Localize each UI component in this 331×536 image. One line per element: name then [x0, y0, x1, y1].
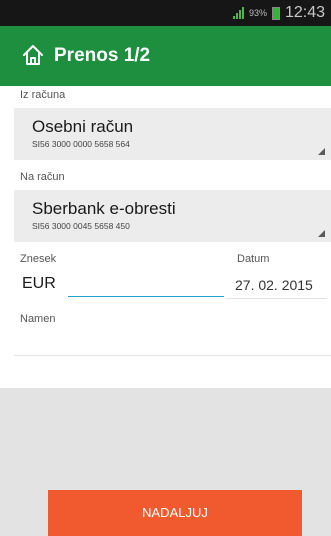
- battery-icon: [271, 6, 280, 20]
- app-bar: Prenos 1/2: [0, 26, 331, 86]
- to-account-label: Na račun: [20, 171, 65, 183]
- status-bar: 93% 12:43: [0, 0, 331, 26]
- status-indicators: 93% 12:43: [232, 4, 325, 22]
- from-account-label: Iz računa: [20, 89, 66, 101]
- page-title: Prenos 1/2: [54, 45, 151, 66]
- from-account-name: Osebni račun: [32, 117, 134, 136]
- battery-level-fill: [272, 8, 279, 19]
- from-account-iban: SI56 3000 0000 5658 564: [32, 139, 130, 149]
- dropdown-corner-icon: [318, 148, 325, 155]
- amount-input[interactable]: [68, 272, 224, 297]
- dropdown-corner-icon: [318, 230, 325, 237]
- purpose-label: Namen: [20, 313, 56, 325]
- continue-button[interactable]: NADALJUJ: [48, 490, 302, 536]
- to-account-select[interactable]: Sberbank e-obresti SI56 3000 0045 5658 4…: [14, 190, 331, 242]
- date-label: Datum: [237, 253, 270, 265]
- to-account-iban: SI56 3000 0045 5658 450: [32, 221, 130, 231]
- date-field[interactable]: 27. 02. 2015: [235, 277, 313, 293]
- clock: 12:43: [284, 4, 325, 21]
- date-underline: [226, 298, 327, 299]
- signal-icon: [232, 7, 244, 19]
- transfer-form: Iz računa Osebni račun SI56 3000 0000 56…: [0, 86, 331, 388]
- to-account-name: Sberbank e-obresti: [32, 199, 176, 218]
- home-icon[interactable]: [22, 44, 44, 66]
- purpose-field[interactable]: [14, 355, 331, 356]
- from-account-select[interactable]: Osebni račun SI56 3000 0000 5658 564: [14, 108, 331, 160]
- amount-label: Znesek: [20, 253, 57, 265]
- battery-percent: 93%: [248, 8, 267, 18]
- currency-label: EUR: [22, 275, 56, 292]
